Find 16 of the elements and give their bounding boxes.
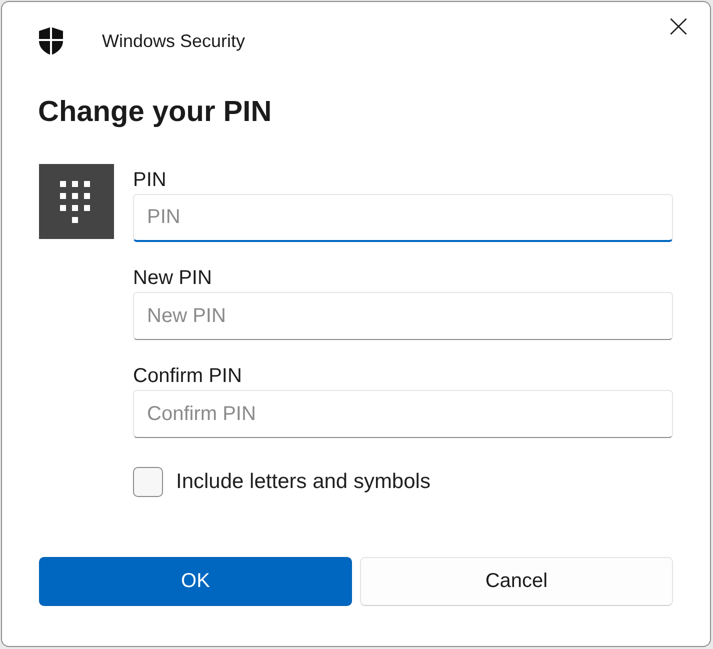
dialog-heading: Change your PIN [38,95,273,130]
checkbox-label: Include letters and symbols [176,470,430,494]
shield-icon [39,27,63,55]
window-title: Windows Security [102,30,246,52]
field-label: PIN [133,168,168,192]
input-field[interactable]: New PIN [133,292,673,340]
close-button[interactable] [670,18,687,35]
cancel-button[interactable]: Cancel [360,557,673,606]
input-field[interactable]: PIN [133,194,673,242]
ok-button[interactable]: OK [39,557,352,606]
field-label: New PIN [133,266,213,290]
field-label: Confirm PIN [133,364,243,388]
close-icon [670,18,687,35]
input-field[interactable]: Confirm PIN [133,390,673,438]
checkbox[interactable] [133,467,163,497]
keypad-icon [39,164,114,239]
